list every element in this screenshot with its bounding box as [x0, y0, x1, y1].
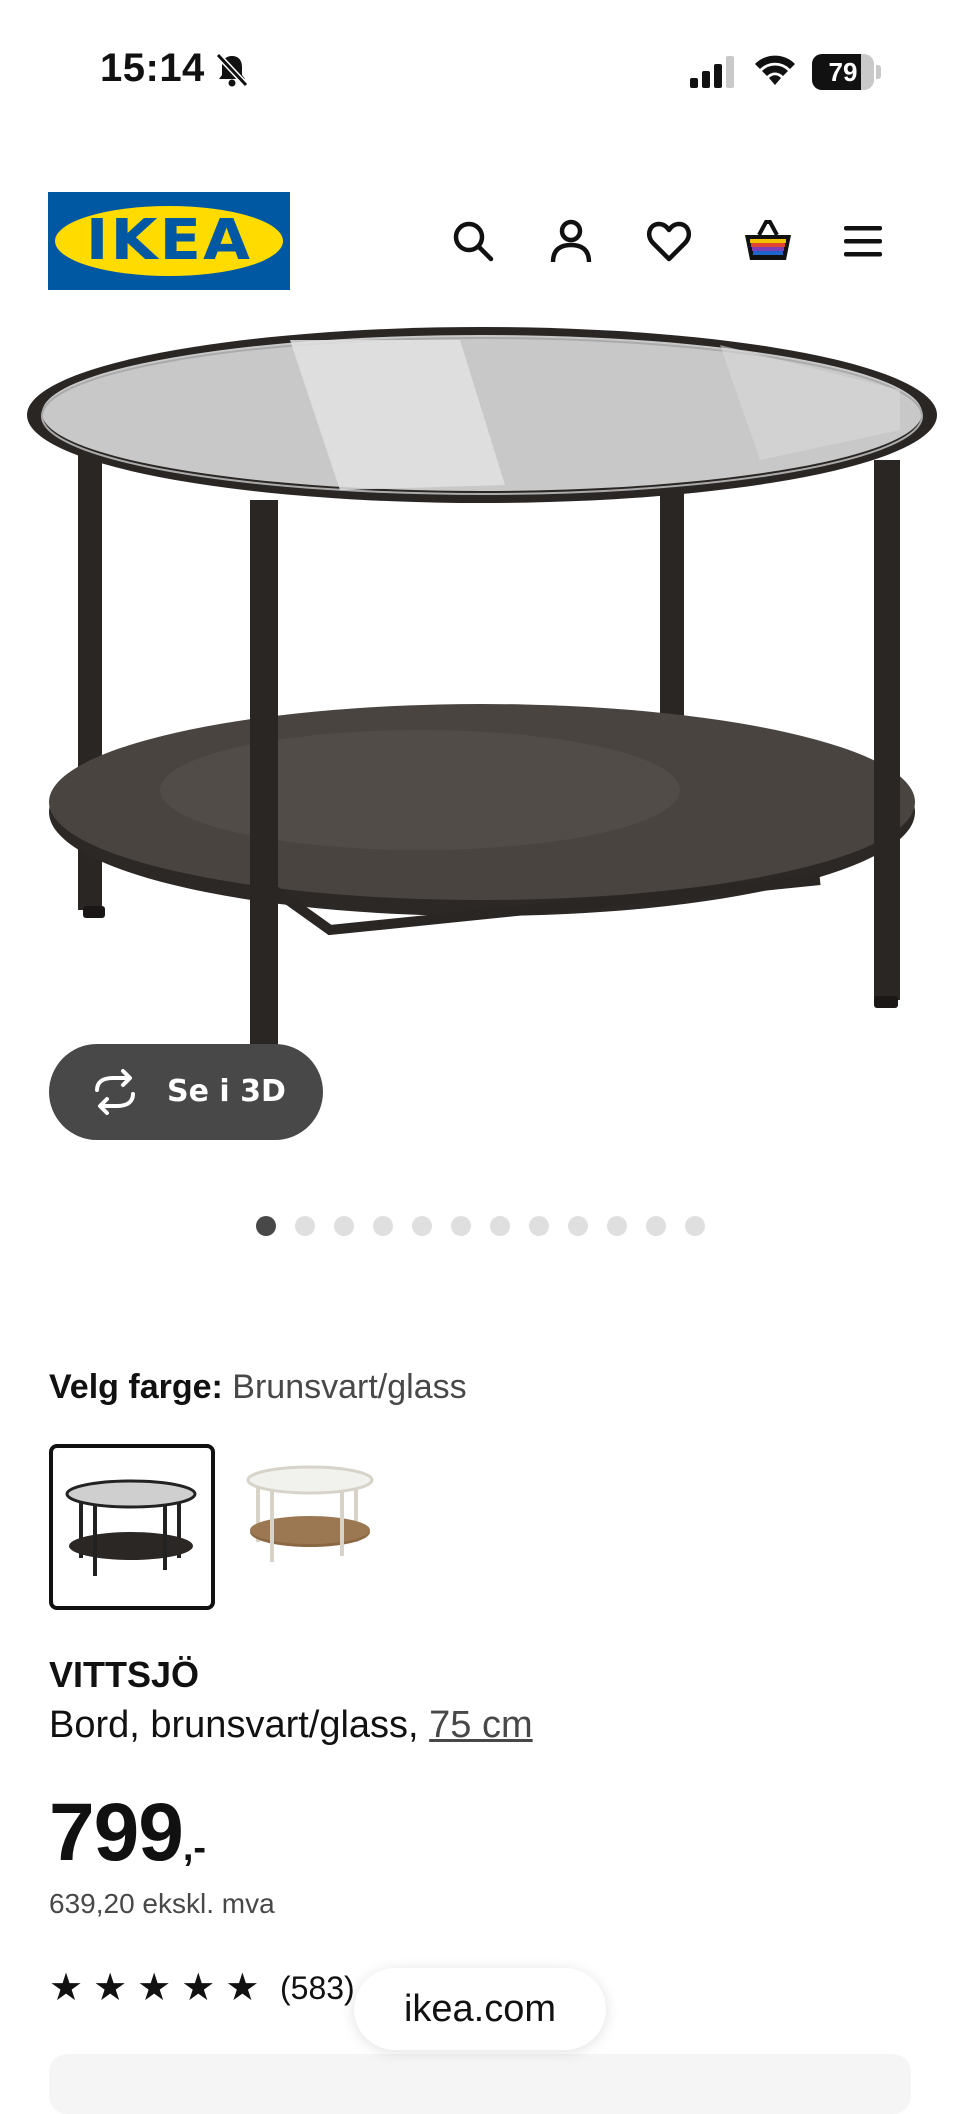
product-description: Bord, brunsvart/glass, 75 cm	[49, 1704, 533, 1747]
status-bar: 15:14 79	[0, 0, 960, 140]
color-swatch-white-walnut[interactable]	[236, 1444, 402, 1610]
browser-url-bar[interactable]: ikea.com	[354, 1968, 606, 2050]
pagination-dot[interactable]	[295, 1216, 315, 1236]
view-in-3d-button[interactable]: Se i 3D	[49, 1044, 323, 1140]
selected-color-value: Brunsvart/glass	[232, 1368, 467, 1406]
price-decimal: ,-	[182, 1827, 207, 1869]
pagination-dot[interactable]	[646, 1216, 666, 1236]
battery-icon: 79	[812, 54, 882, 90]
view-in-3d-label: Se i 3D	[167, 1074, 286, 1109]
wifi-icon	[755, 55, 795, 85]
rotate-3d-icon	[95, 1069, 135, 1115]
pagination-dot[interactable]	[412, 1216, 432, 1236]
star-icon: ★	[225, 1967, 260, 2009]
star-icon: ★	[181, 1967, 216, 2009]
product-name: VITTSJÖ	[49, 1654, 200, 1695]
menu-icon[interactable]	[840, 218, 886, 264]
price-integer: 799	[49, 1787, 184, 1878]
ikea-logo[interactable]: IKEA	[48, 192, 290, 290]
review-count[interactable]: (583)	[280, 1968, 355, 2008]
pagination-dot[interactable]	[451, 1216, 471, 1236]
star-icon: ★	[93, 1967, 128, 2009]
pagination-dot[interactable]	[607, 1216, 627, 1236]
search-icon[interactable]	[450, 218, 496, 264]
color-selector-label: Velg farge: Brunsvart/glass	[49, 1368, 467, 1407]
color-label-prefix: Velg farge:	[49, 1368, 223, 1406]
pagination-dot[interactable]	[568, 1216, 588, 1236]
star-icon: ★	[49, 1967, 84, 2009]
favourites-heart-icon[interactable]	[646, 218, 692, 264]
pagination-dot[interactable]	[490, 1216, 510, 1236]
info-panel	[49, 2054, 911, 2114]
silent-bell-icon	[215, 52, 249, 88]
star-icon: ★	[137, 1967, 172, 2009]
cellular-signal-icon	[690, 56, 734, 88]
status-time: 15:14	[100, 46, 205, 90]
pagination-dot[interactable]	[256, 1216, 276, 1236]
product-size-link[interactable]: 75 cm	[429, 1704, 532, 1746]
shopping-bag-icon[interactable]	[742, 218, 794, 264]
account-icon[interactable]	[548, 218, 594, 264]
pagination-dot[interactable]	[529, 1216, 549, 1236]
product-image[interactable]	[0, 320, 960, 1140]
rating-stars[interactable]: ★ ★ ★ ★ ★	[49, 1968, 259, 2008]
image-pagination	[256, 1216, 705, 1236]
pagination-dot[interactable]	[373, 1216, 393, 1236]
product-price: 799,-	[49, 1786, 206, 1880]
price-excluding-vat: 639,20 ekskl. mva	[49, 1888, 275, 1919]
battery-level: 79	[828, 57, 858, 87]
pagination-dot[interactable]	[685, 1216, 705, 1236]
site-header: IKEA	[0, 190, 960, 290]
pagination-dot[interactable]	[334, 1216, 354, 1236]
color-swatch-brown-black[interactable]	[49, 1444, 215, 1610]
product-type: Bord, brunsvart/glass,	[49, 1704, 419, 1746]
url-text: ikea.com	[403, 1988, 557, 2030]
